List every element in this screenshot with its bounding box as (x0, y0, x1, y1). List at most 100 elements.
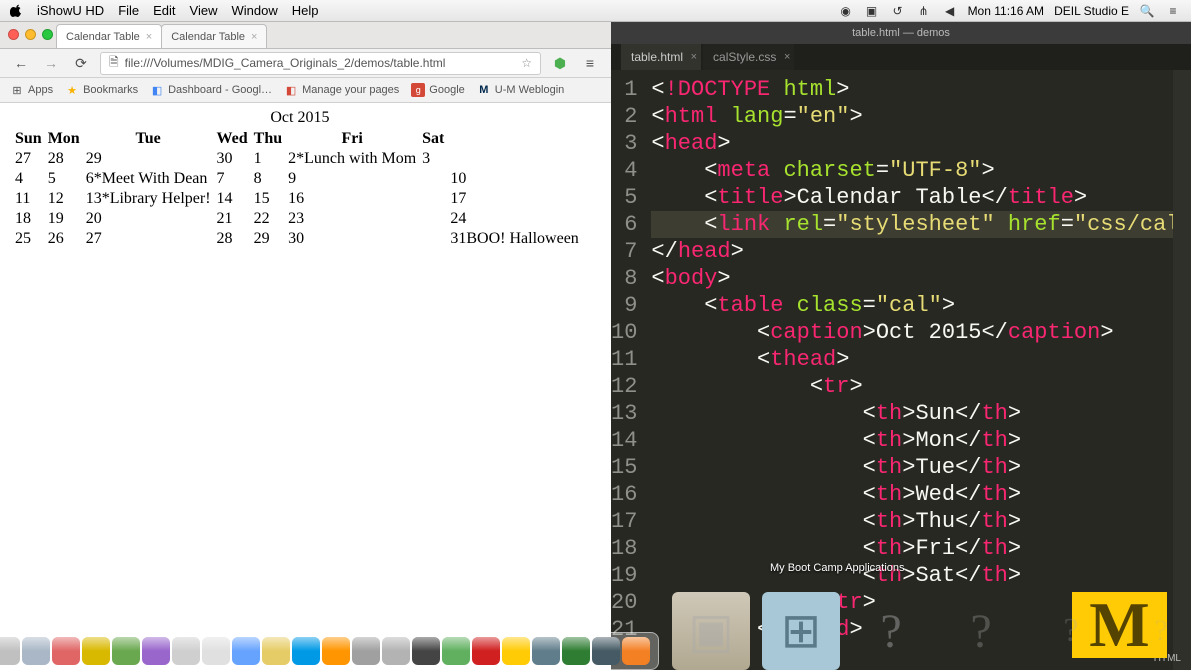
table-cell (422, 169, 450, 189)
close-tab-icon[interactable]: × (146, 31, 152, 43)
back-button[interactable]: ← (10, 52, 32, 74)
table-header: Mon (48, 129, 86, 149)
table-cell: 23 (288, 209, 422, 229)
browser-tab-strip: Calendar Table × Calendar Table × (0, 22, 611, 49)
star-icon: ★ (65, 83, 79, 97)
bookmark-link[interactable]: gGoogle (411, 83, 464, 97)
display-icon[interactable]: ▣ (864, 4, 880, 18)
spotlight-icon[interactable]: 🔍 (1139, 4, 1155, 18)
forward-button[interactable]: → (40, 52, 62, 74)
table-header: Wed (217, 129, 254, 149)
table-cell: 12 (48, 189, 86, 209)
table-cell: 30 (217, 149, 254, 169)
menubar-time[interactable]: Mon 11:16 AM (968, 4, 1045, 18)
table-cell: 14 (217, 189, 254, 209)
table-cell: 11 (15, 189, 48, 209)
menu-view[interactable]: View (190, 3, 218, 18)
pages-icon: ◧ (284, 83, 298, 97)
table-cell: 29 (86, 149, 217, 169)
dock-icon-unknown[interactable]: ? (1122, 592, 1191, 670)
browser-toolbar: ← → ⟳ 🗎 file:///Volumes/MDIG_Camera_Orig… (0, 49, 611, 78)
code-area[interactable]: 123456789101112131415161718192021 <!DOCT… (611, 70, 1191, 670)
dock-icon-unknown[interactable]: ? (1032, 592, 1110, 670)
url-field[interactable]: 🗎 file:///Volumes/MDIG_Camera_Originals_… (100, 52, 541, 75)
bookmarks-bar: ⊞Apps ★Bookmarks ◧Dashboard - Googl… ◧Ma… (0, 78, 611, 103)
bookmark-link[interactable]: ◧Manage your pages (284, 83, 399, 97)
menu-file[interactable]: File (118, 3, 139, 18)
dock-icon-unknown[interactable]: ? (942, 592, 1020, 670)
browser-tab-0[interactable]: Calendar Table × (56, 24, 162, 48)
table-cell: 27 (86, 229, 217, 249)
menubar-user[interactable]: DEIL Studio E (1054, 4, 1129, 18)
line-gutter: 123456789101112131415161718192021 (611, 70, 647, 670)
editor-tab-0[interactable]: table.html× (621, 44, 701, 70)
table-cell: 8 (254, 169, 288, 189)
table-header: Sun (15, 129, 48, 149)
wifi-icon[interactable]: ⋔ (916, 4, 932, 18)
minimize-icon[interactable] (25, 29, 36, 40)
file-icon: 🗎 (109, 53, 119, 74)
bookmark-star-icon[interactable]: ☆ (521, 56, 532, 70)
table-cell: 2*Lunch with Mom (288, 149, 422, 169)
table-cell: 28 (217, 229, 254, 249)
table-cell (422, 229, 450, 249)
dock-icon-terminal[interactable]: ▣ (672, 592, 750, 670)
menu-app-name[interactable]: iShowU HD (37, 3, 104, 18)
close-tab-icon[interactable]: × (251, 31, 257, 43)
browser-window: Calendar Table × Calendar Table × ← → ⟳ 🗎 … (0, 22, 611, 670)
bookmark-folder[interactable]: ★Bookmarks (65, 83, 138, 97)
dock-icon-bootcamp-folder[interactable]: ⊞ (762, 592, 840, 670)
tab-title: Calendar Table (171, 31, 245, 43)
apple-icon[interactable] (10, 4, 23, 17)
bookmark-link[interactable]: MU-M Weblogin (477, 83, 565, 97)
um-icon: M (477, 83, 491, 97)
recording-icon[interactable]: ◉ (838, 4, 854, 18)
code-text[interactable]: <!DOCTYPE html><html lang="en"><head> <m… (647, 70, 1191, 670)
dock-icon-unknown[interactable]: ? (852, 592, 930, 670)
minimap[interactable] (1173, 70, 1191, 670)
google-plus-icon: g (411, 83, 425, 97)
browser-tab-1[interactable]: Calendar Table × (161, 24, 267, 48)
sync-icon[interactable]: ↺ (890, 4, 906, 18)
table-cell: 17 (450, 189, 584, 209)
calendar-table: Oct 2015 SunMonTueWedThuFriSat 272829301… (15, 109, 585, 249)
apps-button[interactable]: ⊞Apps (10, 83, 53, 97)
bookmark-link[interactable]: ◧Dashboard - Googl… (150, 83, 272, 97)
close-icon[interactable] (8, 29, 19, 40)
menu-extras-icon[interactable]: ≡ (1165, 4, 1181, 18)
menu-button[interactable]: ≡ (579, 52, 601, 74)
table-header: Sat (422, 129, 450, 149)
menu-help[interactable]: Help (292, 3, 319, 18)
table-header: Fri (288, 129, 422, 149)
table-cell: 6*Meet With Dean (86, 169, 217, 189)
table-cell: 20 (86, 209, 217, 229)
table-header: Tue (86, 129, 217, 149)
editor-tab-1[interactable]: calStyle.css× (703, 44, 794, 70)
menu-window[interactable]: Window (232, 3, 278, 18)
table-cell: 18 (15, 209, 48, 229)
editor-tab-strip: table.html× calStyle.css× (611, 44, 1191, 70)
table-cell: 25 (15, 229, 48, 249)
close-tab-icon[interactable]: × (691, 51, 697, 63)
url-text: file:///Volumes/MDIG_Camera_Originals_2/… (125, 56, 516, 70)
apps-icon: ⊞ (10, 83, 24, 97)
table-cell: 3 (422, 149, 450, 169)
tab-title: Calendar Table (66, 31, 140, 43)
table-cell: 4 (15, 169, 48, 189)
menu-edit[interactable]: Edit (153, 3, 175, 18)
volume-icon[interactable]: ◀ (942, 4, 958, 18)
mac-menu-bar: iShowU HD File Edit View Window Help ◉ ▣… (0, 0, 1191, 22)
table-cell: 13*Library Helper! (86, 189, 217, 209)
table-cell: 28 (48, 149, 86, 169)
extension-icon[interactable]: ⬢ (549, 52, 571, 74)
table-caption: Oct 2015 (15, 109, 585, 129)
table-cell: 29 (254, 229, 288, 249)
table-cell (422, 209, 450, 229)
reload-button[interactable]: ⟳ (70, 52, 92, 74)
close-tab-icon[interactable]: × (784, 51, 790, 63)
table-row: 456*Meet With Dean78910 (15, 169, 585, 189)
table-row: 2728293012*Lunch with Mom3 (15, 149, 585, 169)
table-cell: 16 (288, 189, 422, 209)
zoom-icon[interactable] (42, 29, 53, 40)
dock-large-items: ▣ ⊞ ? ? ? ? (672, 592, 1191, 670)
